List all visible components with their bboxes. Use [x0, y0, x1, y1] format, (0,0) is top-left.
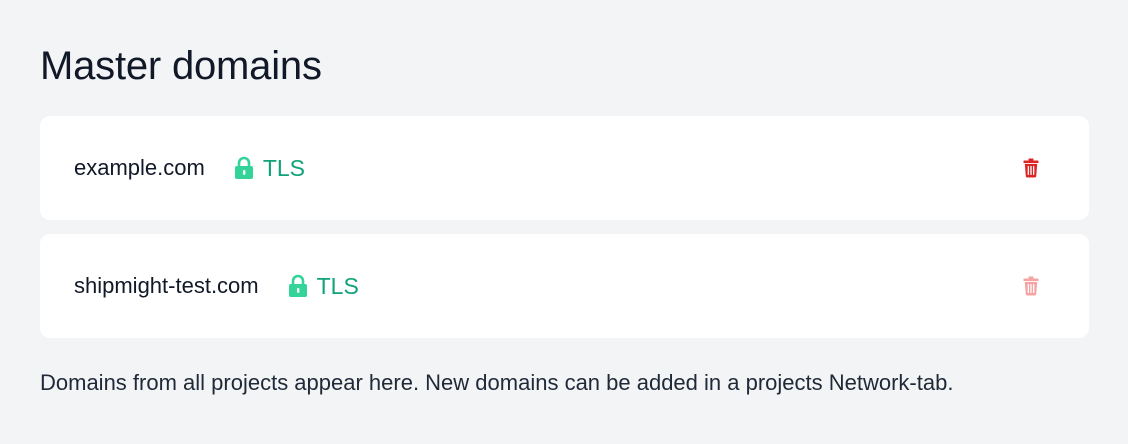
- trash-icon: [1023, 276, 1039, 296]
- page-title: Master domains: [40, 44, 322, 88]
- trash-icon: [1023, 158, 1039, 178]
- delete-domain-button[interactable]: [1016, 153, 1046, 183]
- tls-badge: TLS: [288, 272, 359, 300]
- lock-icon: [234, 156, 253, 179]
- domain-card-example-com: example.com TLS: [40, 116, 1089, 220]
- tls-label: TLS: [316, 273, 359, 299]
- tls-badge: TLS: [234, 154, 305, 182]
- domain-name: example.com: [74, 155, 205, 180]
- domain-name: shipmight-test.com: [74, 273, 259, 298]
- domain-list: example.com TLS shipmight-test.com TLS: [40, 116, 1089, 352]
- tls-label: TLS: [262, 155, 306, 181]
- help-text: Domains from all projects appear here. N…: [40, 370, 954, 395]
- delete-domain-button-disabled[interactable]: [1016, 271, 1046, 301]
- lock-icon: [288, 274, 307, 297]
- domain-card-shipmight-test-com: shipmight-test.com TLS: [40, 234, 1089, 338]
